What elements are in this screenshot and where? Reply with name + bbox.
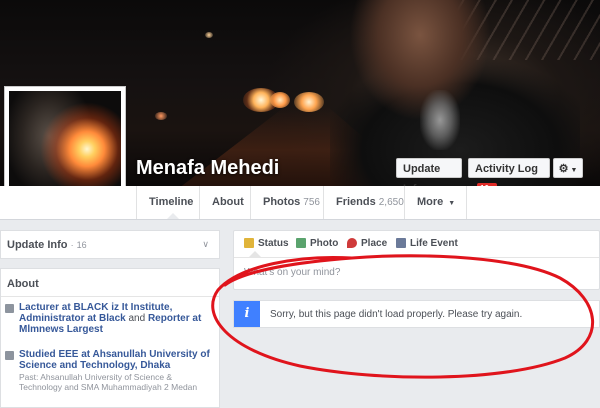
update-info-card[interactable]: Update Info · 16 ∨ xyxy=(0,230,220,259)
update-info-label: Update Info xyxy=(7,239,68,251)
divider xyxy=(1,296,219,297)
education-icon xyxy=(5,351,14,360)
cover-shirt-print xyxy=(420,90,460,150)
place-icon xyxy=(347,238,357,248)
composer-options: Status Photo Place Life Event xyxy=(234,231,599,258)
timeline-nav: Timeline About Photos 756 Friends 2,650 Mo… xyxy=(0,186,600,220)
info-icon: i xyxy=(234,301,260,327)
settings-button[interactable]: ⚙ ▼ xyxy=(553,158,583,178)
profile-picture-image xyxy=(9,91,121,201)
about-education-pre: Studied EEE at xyxy=(19,349,93,360)
update-info-button[interactable]: Update Info xyxy=(396,158,462,195)
photo-icon xyxy=(296,238,306,248)
error-message-text: Sorry, but this page didn't load properl… xyxy=(270,309,523,320)
cover-light xyxy=(294,92,324,112)
tab-label: More xyxy=(417,196,444,208)
tab-label: Friends xyxy=(336,196,376,208)
tab-count: 756 xyxy=(303,197,320,208)
about-title[interactable]: About xyxy=(7,278,39,290)
chevron-down-icon: ▼ xyxy=(448,200,456,207)
cover-light xyxy=(155,112,167,120)
error-message-box: i Sorry, but this page didn't load prope… xyxy=(233,300,600,328)
composer-status-option[interactable]: Status xyxy=(244,238,289,249)
tab-timeline[interactable]: Timeline xyxy=(136,186,199,219)
update-info-separator: · xyxy=(70,240,74,250)
composer-input[interactable]: What's on your mind? xyxy=(244,267,340,278)
settings-gear-icon: ⚙ xyxy=(558,163,569,175)
chevron-down-icon[interactable]: ∨ xyxy=(202,239,209,250)
status-icon xyxy=(244,238,254,248)
life-event-icon xyxy=(396,238,406,248)
about-work-pre: Lacturer at xyxy=(19,302,74,313)
tab-label: About xyxy=(212,196,244,208)
tab-photos[interactable]: Photos 756 xyxy=(250,186,323,219)
about-work-text: Lacturer at BLACK iz It Institute, Admin… xyxy=(19,302,215,335)
activity-log-button[interactable]: Activity Log10+ xyxy=(468,158,550,194)
tab-label: Timeline xyxy=(149,196,194,208)
composer-life-event-option[interactable]: Life Event xyxy=(396,238,458,249)
about-education-past: Past: Ahsanullah University of Science &… xyxy=(19,372,198,392)
chevron-down-icon: ▼ xyxy=(570,167,578,174)
composer-pointer xyxy=(249,251,261,257)
post-composer: Status Photo Place Life Event What's on … xyxy=(233,230,600,290)
update-info-count: 16 xyxy=(76,240,87,250)
tab-more[interactable]: More ▼ xyxy=(404,186,467,219)
tab-label: Photos xyxy=(263,196,301,208)
activity-log-label: Activity Log xyxy=(475,163,538,175)
about-education-text: Studied EEE at Ahsanullah University of … xyxy=(19,349,215,392)
composer-option-label: Place xyxy=(361,238,388,249)
composer-option-label: Status xyxy=(258,238,289,249)
composer-place-option[interactable]: Place xyxy=(347,238,387,249)
about-work-mid: and xyxy=(125,313,148,324)
tab-about[interactable]: About xyxy=(199,186,250,219)
work-icon xyxy=(5,304,14,313)
update-info-title: Update Info · 16 xyxy=(7,239,87,251)
composer-option-label: Life Event xyxy=(410,238,458,249)
composer-photo-option[interactable]: Photo xyxy=(296,238,338,249)
cover-light xyxy=(205,32,213,38)
profile-name[interactable]: Menafa Mehedi xyxy=(136,157,279,180)
tab-count: 2,650 xyxy=(378,197,404,208)
composer-option-label: Photo xyxy=(310,238,339,249)
cover-light xyxy=(270,92,290,108)
tab-friends[interactable]: Friends 2,650 xyxy=(323,186,404,219)
